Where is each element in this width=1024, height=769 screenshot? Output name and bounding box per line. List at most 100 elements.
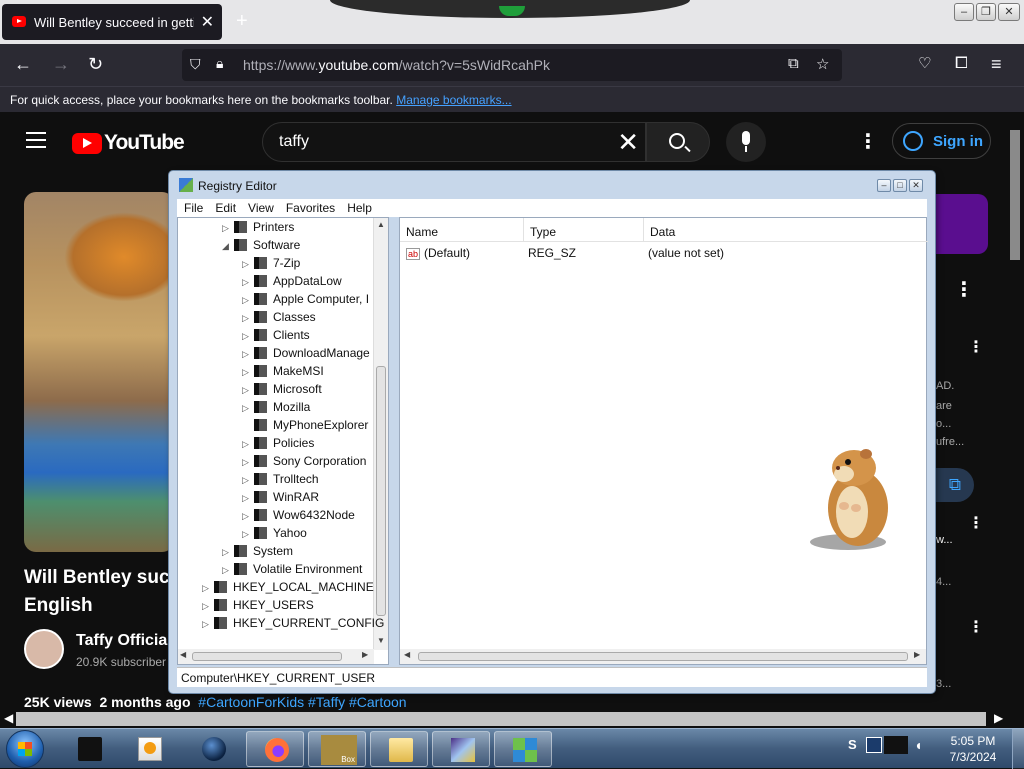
reload-icon[interactable]: ↻ xyxy=(88,54,103,74)
taskbar-app-device[interactable] xyxy=(60,731,118,767)
tree-expander-icon[interactable]: ▷ xyxy=(242,385,254,396)
guide-menu-icon[interactable] xyxy=(26,132,46,153)
video-player[interactable] xyxy=(24,192,174,552)
url-text[interactable]: https://www.youtube.com/watch?v=5sWidRca… xyxy=(243,57,550,73)
hamster-mascot-image[interactable] xyxy=(808,446,894,550)
taskbar-app-explorer[interactable] xyxy=(370,731,428,767)
youtube-logo[interactable]: YouTube xyxy=(72,131,185,155)
tree-expander-icon[interactable]: ◢ xyxy=(222,241,234,252)
menu-favorites[interactable]: Favorites xyxy=(279,199,340,215)
list-horizontal-scrollbar[interactable]: ◀ ▶ xyxy=(400,649,926,664)
value-row[interactable]: ab (Default) xyxy=(406,246,470,260)
forward-arrow-icon[interactable]: → xyxy=(52,54,70,74)
column-data[interactable]: Data xyxy=(644,218,928,242)
tree-expander-icon[interactable]: ▷ xyxy=(242,475,254,486)
manage-bookmarks-link[interactable]: Manage bookmarks... xyxy=(396,93,511,107)
menu-help[interactable]: Help xyxy=(340,199,377,215)
menu-file[interactable]: File xyxy=(177,199,208,215)
start-button[interactable] xyxy=(6,730,44,768)
tree-node[interactable]: ▷ Sony Corporation xyxy=(242,454,366,472)
close-button[interactable]: ✕ xyxy=(909,179,923,192)
tree-node[interactable]: ▷ 7-Zip xyxy=(242,256,300,274)
url-bar[interactable]: ⛉ 🔒︎ https://www.youtube.com/watch?v=5sW… xyxy=(182,49,842,81)
column-type[interactable]: Type xyxy=(524,218,644,242)
tree-node[interactable]: MyPhoneExplorer xyxy=(242,418,368,436)
more-options-icon[interactable]: ⋮ xyxy=(954,280,974,300)
tree-node[interactable]: ◢ Software xyxy=(222,238,300,256)
tree-expander-icon[interactable]: ▷ xyxy=(242,403,254,414)
tree-expander-icon[interactable]: ▷ xyxy=(202,583,214,594)
sign-in-button[interactable]: Sign in xyxy=(892,123,991,159)
new-tab-button[interactable]: + xyxy=(236,10,248,33)
open-external-icon[interactable]: ⧉ xyxy=(936,468,974,502)
tree-node[interactable]: ▷ System xyxy=(222,544,293,562)
values-list[interactable]: Name Type Data ab (Default) REG_SZ (value… xyxy=(399,217,928,665)
app-menu-icon[interactable]: ≡ xyxy=(991,54,1002,74)
tray-volume-icon[interactable]: ◖ xyxy=(914,737,922,753)
tray-network-icon[interactable] xyxy=(866,737,882,753)
tree-node[interactable]: ▷ MakeMSI xyxy=(242,364,324,382)
tree-expander-icon[interactable]: ▷ xyxy=(242,439,254,450)
tree-node[interactable]: ▷ Microsoft xyxy=(242,382,322,400)
recommended-thumbnail[interactable] xyxy=(936,194,988,254)
show-desktop-button[interactable] xyxy=(1012,729,1024,769)
tree-expander-icon[interactable]: ▷ xyxy=(202,619,214,630)
channel-avatar[interactable] xyxy=(24,629,64,669)
tree-node[interactable]: ▷ Printers xyxy=(222,220,294,238)
bookmark-star-icon[interactable]: ☆ xyxy=(816,55,829,73)
tray-s-indicator[interactable]: S xyxy=(848,737,857,752)
browser-tab-active[interactable]: Will Bentley succeed in getting ✕ xyxy=(2,4,222,40)
tracking-shield-icon[interactable]: ⛉ xyxy=(190,56,201,73)
more-options-icon[interactable]: ⋮ xyxy=(968,514,984,534)
back-arrow-icon[interactable]: ← xyxy=(14,54,32,74)
tree-vertical-scrollbar[interactable]: ▲ ▼ xyxy=(373,218,388,650)
tree-node[interactable]: ▷ HKEY_USERS xyxy=(202,598,314,616)
taskbar-app-globe[interactable] xyxy=(184,731,242,767)
picture-in-picture-icon[interactable]: ⧉ xyxy=(788,55,799,72)
tree-node[interactable]: ▷ DownloadManage xyxy=(242,346,370,364)
tree-node[interactable]: ▷ Trolltech xyxy=(242,472,319,490)
more-options-icon[interactable]: ⋮ xyxy=(968,338,984,358)
voice-search-icon[interactable] xyxy=(726,122,766,162)
tree-node[interactable]: ▷ HKEY_CURRENT_CONFIG xyxy=(202,616,384,634)
tree-node[interactable]: ▷ Yahoo xyxy=(242,526,307,544)
menu-view[interactable]: View xyxy=(241,199,279,215)
registry-tree[interactable]: ▲ ▼ ◀ ▶ ▷ Printers ◢ Software ▷ 7-Zip ▷ AppData… xyxy=(177,217,389,665)
close-window-button[interactable]: ✕ xyxy=(998,3,1020,21)
taskbar-app-winrar[interactable] xyxy=(432,731,490,767)
tree-node[interactable]: ▷ HKEY_LOCAL_MACHINE xyxy=(202,580,374,598)
clear-search-icon[interactable]: ✕ xyxy=(617,127,639,157)
tree-expander-icon[interactable]: ▷ xyxy=(222,565,234,576)
tree-horizontal-scrollbar[interactable]: ◀ ▶ xyxy=(178,649,374,664)
settings-kebab-icon[interactable]: ⋮ xyxy=(858,132,878,152)
tree-expander-icon[interactable]: ▷ xyxy=(242,493,254,504)
channel-name[interactable]: Taffy Official xyxy=(76,632,172,650)
pocket-icon[interactable]: ♡ xyxy=(918,54,931,74)
tree-expander-icon[interactable]: ▷ xyxy=(242,457,254,468)
tree-node[interactable]: ▷ Volatile Environment xyxy=(222,562,362,580)
tree-expander-icon[interactable]: ▷ xyxy=(242,313,254,324)
tree-node[interactable]: ▷ Mozilla xyxy=(242,400,310,418)
menu-edit[interactable]: Edit xyxy=(208,199,241,215)
tree-expander-icon[interactable]: ▷ xyxy=(242,259,254,270)
tree-node[interactable]: ▷ Wow6432Node xyxy=(242,508,355,526)
tree-node[interactable]: ▷ AppDataLow xyxy=(242,274,342,292)
tree-node[interactable]: ▷ Apple Computer, I xyxy=(242,292,369,310)
tree-expander-icon[interactable]: ▷ xyxy=(222,547,234,558)
taskbar-app-regedit[interactable] xyxy=(494,731,552,767)
tree-expander-icon[interactable]: ▷ xyxy=(242,331,254,342)
tree-expander-icon[interactable]: ▷ xyxy=(242,529,254,540)
tree-expander-icon[interactable]: ▷ xyxy=(242,367,254,378)
tree-expander-icon[interactable]: ▷ xyxy=(242,349,254,360)
search-input[interactable]: taffy ✕ xyxy=(262,122,646,162)
extensions-icon[interactable]: ⧠ xyxy=(955,54,968,74)
tree-node[interactable]: ▷ WinRAR xyxy=(242,490,319,508)
search-button[interactable] xyxy=(646,122,710,162)
taskbar-app-box[interactable]: Box xyxy=(308,731,366,767)
lock-icon[interactable]: 🔒︎ xyxy=(216,55,223,72)
minimize-button[interactable]: – xyxy=(877,179,891,192)
maximize-button[interactable]: □ xyxy=(893,179,907,192)
restore-button[interactable]: ❐ xyxy=(976,3,996,21)
tree-node[interactable]: ▷ Policies xyxy=(242,436,314,454)
tree-expander-icon[interactable]: ▷ xyxy=(242,295,254,306)
